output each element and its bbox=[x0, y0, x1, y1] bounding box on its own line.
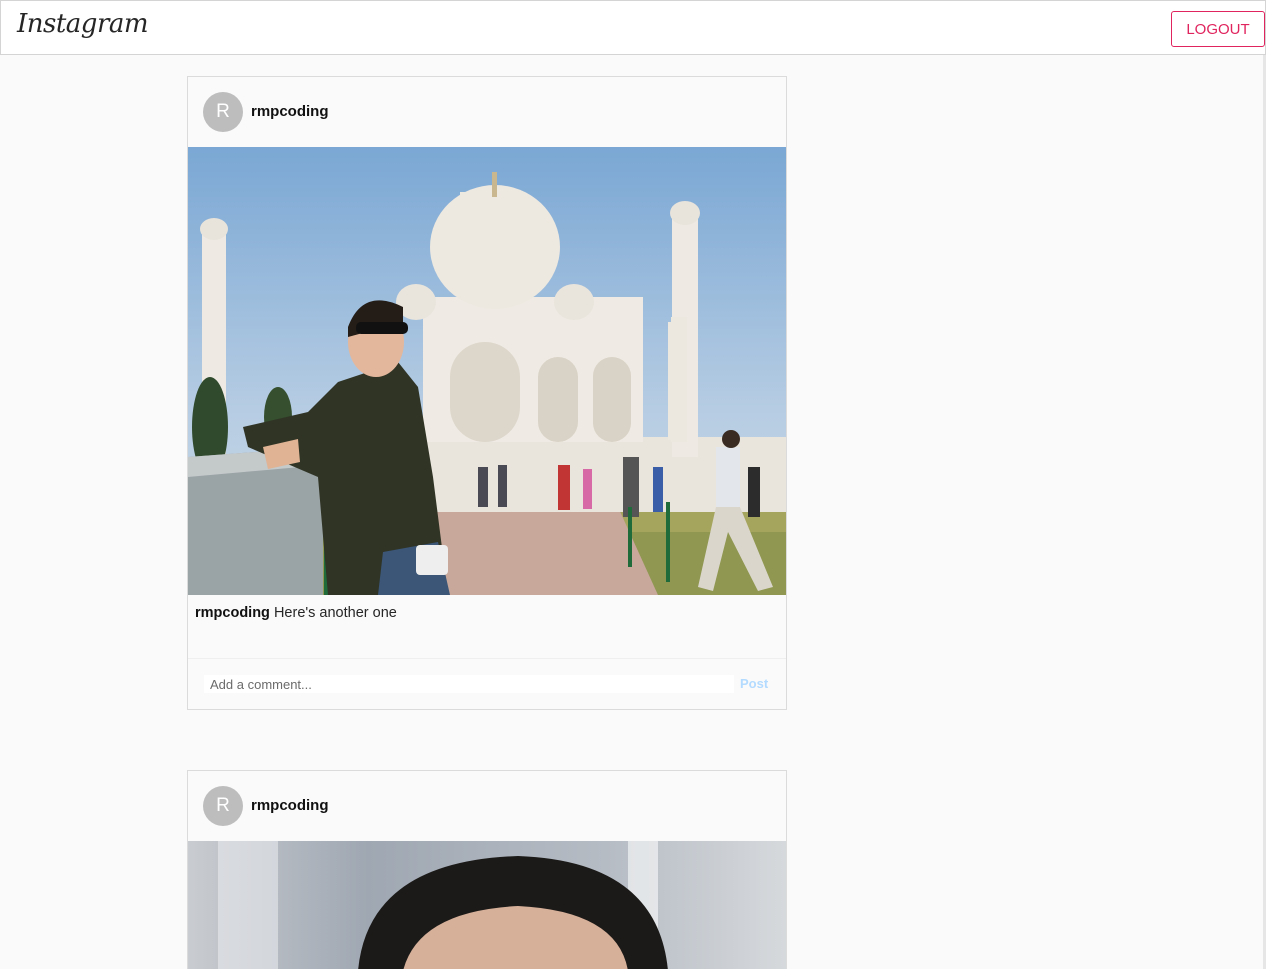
comment-input[interactable] bbox=[204, 675, 734, 693]
post-header: R rmpcoding bbox=[188, 771, 786, 841]
caption-text: Here's another one bbox=[273, 605, 397, 621]
avatar[interactable]: R bbox=[203, 786, 243, 826]
avatar[interactable]: R bbox=[203, 92, 243, 132]
comment-bar: Post bbox=[188, 659, 786, 709]
logout-button[interactable]: LOGOUT bbox=[1171, 11, 1265, 47]
post-comment-button[interactable]: Post bbox=[740, 676, 768, 691]
top-nav-bar: Instagram LOGOUT bbox=[0, 0, 1266, 55]
post-card: R rmpcoding bbox=[187, 76, 787, 710]
post-image[interactable] bbox=[188, 147, 786, 595]
post-header: R rmpcoding bbox=[188, 77, 786, 147]
post-username[interactable]: rmpcoding bbox=[251, 797, 329, 814]
post-username[interactable]: rmpcoding bbox=[251, 103, 329, 120]
post-image[interactable] bbox=[188, 841, 786, 969]
post-caption: rmpcoding Here's another one bbox=[188, 595, 786, 659]
instagram-logo[interactable]: Instagram bbox=[17, 9, 149, 39]
caption-username[interactable]: rmpcoding bbox=[195, 605, 270, 621]
post-card: R rmpcoding bbox=[187, 770, 787, 969]
